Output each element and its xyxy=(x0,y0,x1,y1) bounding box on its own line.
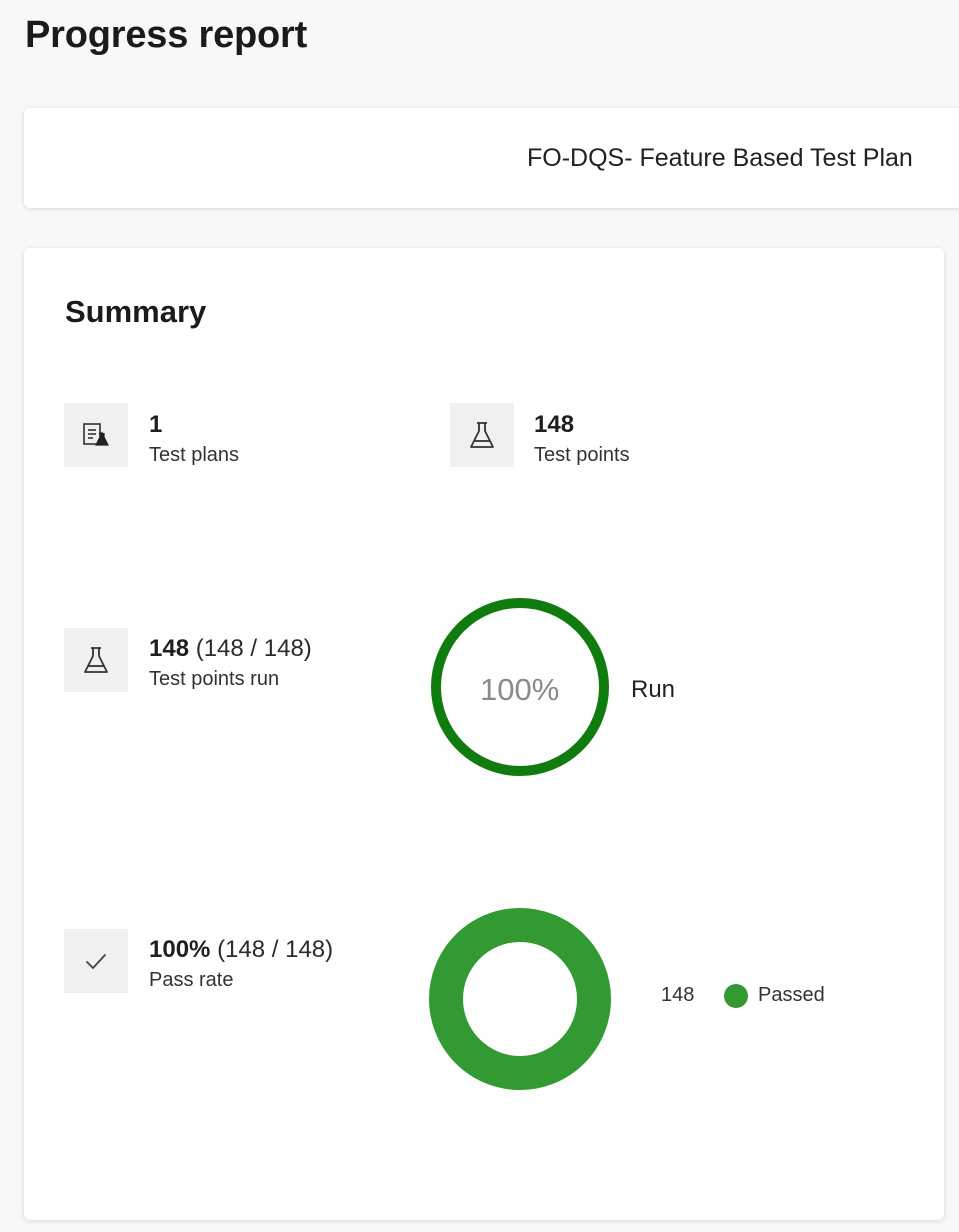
summary-card: Summary 1 Test plans 148 Test points 148… xyxy=(24,248,944,1220)
pass-rate-stat: 100% (148 / 148) Pass rate xyxy=(149,935,333,993)
test-plan-name: FO-DQS- Feature Based Test Plan xyxy=(527,144,913,172)
test-plans-count: 1 xyxy=(149,411,163,438)
legend-passed-label[interactable]: Passed xyxy=(758,984,825,1007)
pass-rate-donut[interactable] xyxy=(428,907,612,1091)
legend-passed-dot xyxy=(724,984,748,1008)
test-points-run-stat: 148 (148 / 148) Test points run xyxy=(149,634,312,692)
test-points-label: Test points xyxy=(534,444,630,466)
run-percent-text: 100% xyxy=(480,672,560,707)
test-points-run-count: 148 xyxy=(149,635,190,662)
test-points-count: 148 xyxy=(534,411,575,438)
test-plans-label: Test plans xyxy=(149,444,240,466)
checkmark-icon xyxy=(64,929,128,993)
test-plan-card[interactable]: FO-DQS- Feature Based Test Plan xyxy=(24,108,959,208)
run-caption: Run xyxy=(631,676,676,703)
pass-rate-percent: 100% xyxy=(149,936,211,963)
test-points-stat: 148 Test points xyxy=(534,410,630,468)
progress-report-page: Progress report FO-DQS- Feature Based Te… xyxy=(0,0,959,1232)
flask-icon xyxy=(64,628,128,692)
donut-segment-passed[interactable] xyxy=(429,908,611,1090)
pass-rate-detail: (148 / 148) xyxy=(217,936,334,963)
test-points-run-detail: (148 / 148) xyxy=(195,635,312,662)
page-title: Progress report xyxy=(25,14,308,56)
test-points-run-label: Test points run xyxy=(149,668,280,690)
test-plans-stat: 1 Test plans xyxy=(149,410,239,468)
legend-passed-count: 148 xyxy=(661,984,695,1006)
flask-icon xyxy=(450,403,514,467)
summary-title: Summary xyxy=(65,294,207,329)
test-plan-icon xyxy=(64,403,128,467)
pass-rate-label: Pass rate xyxy=(149,969,234,991)
